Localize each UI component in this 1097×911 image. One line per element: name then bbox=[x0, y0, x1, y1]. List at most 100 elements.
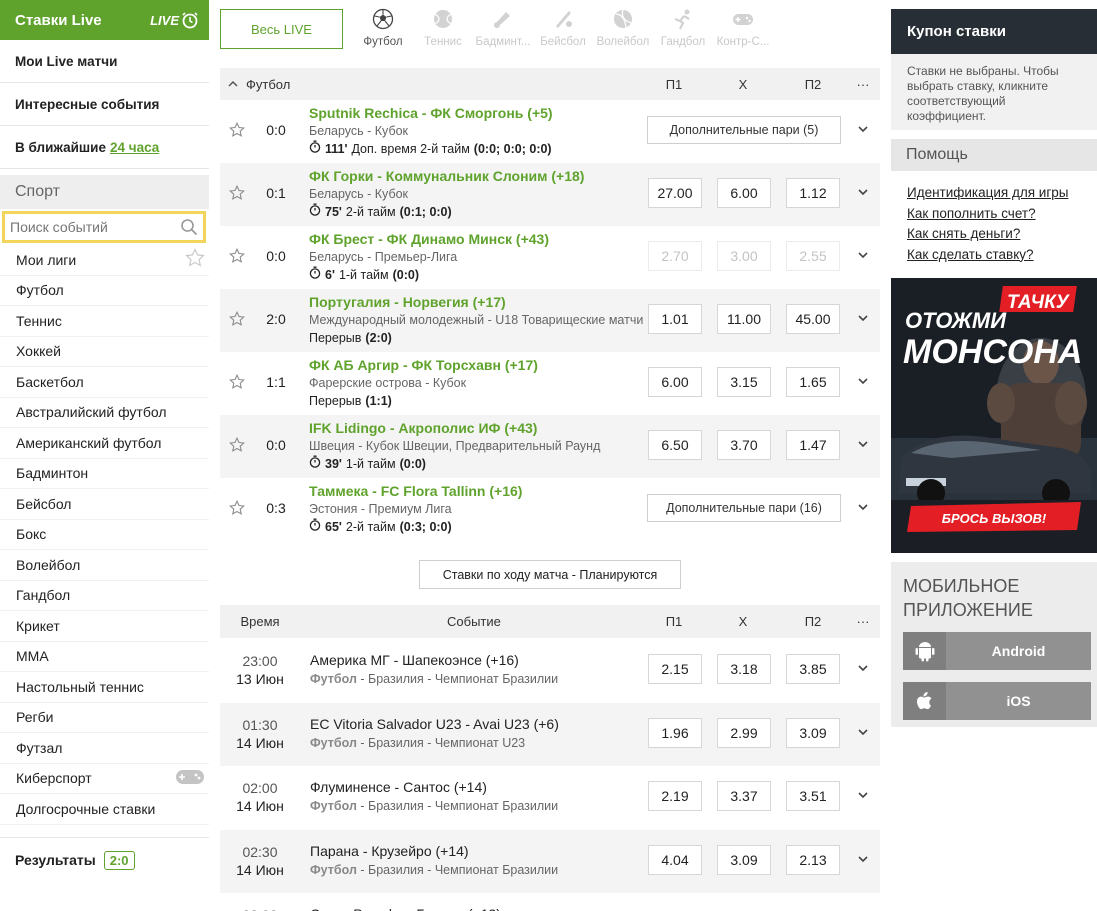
sport-item[interactable]: Американский футбол bbox=[0, 428, 209, 459]
schedule-title[interactable]: Спорт Ресифи - Гремио (+13) bbox=[310, 905, 501, 911]
live-match-row[interactable]: 0:3 Таммека - FC Flora Tallinn (+16) Эстон… bbox=[220, 478, 880, 541]
chevron-down-icon[interactable] bbox=[856, 185, 870, 199]
odd-p2[interactable]: 1.12 bbox=[786, 178, 840, 208]
all-live-button[interactable]: Весь LIVE bbox=[220, 9, 343, 49]
schedule-more-header[interactable]: ··· bbox=[852, 614, 874, 629]
sport-item[interactable]: MMA bbox=[0, 642, 209, 672]
tab-football[interactable]: Футбол bbox=[353, 8, 413, 48]
my-live-matches-link[interactable]: Мои Live матчи bbox=[0, 40, 209, 83]
help-link[interactable]: Как пополнить счет? bbox=[907, 204, 1097, 225]
odd-p2[interactable]: 2.13 bbox=[786, 844, 840, 875]
favorite-star-icon[interactable] bbox=[229, 121, 245, 138]
odd-p1[interactable]: 1.01 bbox=[648, 304, 702, 334]
chevron-down-icon[interactable] bbox=[856, 852, 870, 866]
live-match-row[interactable]: 0:1 ФК Горки - Коммунальник Слоним (+18) Б… bbox=[220, 163, 880, 226]
match-title[interactable]: ФК Горки - Коммунальник Слоним (+18) bbox=[309, 167, 649, 185]
event-search-input[interactable] bbox=[10, 219, 170, 235]
sport-item[interactable]: Бейсбол bbox=[0, 489, 209, 520]
extra-markets-button[interactable]: Дополнительные пари (16) bbox=[647, 494, 841, 522]
live-match-row[interactable]: 1:1 ФК АБ Аргир - ФК Торсхавн (+17) Фарерс… bbox=[220, 352, 880, 415]
android-button[interactable]: Android bbox=[903, 632, 1091, 670]
schedule-title[interactable]: Парана - Крузейро (+14) bbox=[310, 842, 558, 861]
chevron-down-icon[interactable] bbox=[856, 374, 870, 388]
sport-item[interactable]: Хоккей bbox=[0, 337, 209, 367]
odd-x[interactable]: 3.37 bbox=[717, 781, 771, 811]
odd-x[interactable]: 2.99 bbox=[717, 717, 771, 748]
sport-item[interactable]: Крикет bbox=[0, 611, 209, 642]
chevron-down-icon[interactable] bbox=[856, 437, 870, 451]
interesting-events-link[interactable]: Интересные события bbox=[0, 83, 209, 126]
sport-item[interactable]: Долгосрочные ставки bbox=[0, 794, 209, 825]
schedule-title[interactable]: EC Vitoria Salvador U23 - Avai U23 (+6) bbox=[310, 715, 559, 734]
match-title[interactable]: ФК Брест - ФК Динамо Минск (+43) bbox=[309, 230, 649, 248]
match-title[interactable]: IFK Lidingo - Акрополис ИФ (+43) bbox=[309, 419, 649, 437]
odd-x[interactable]: 3.09 bbox=[717, 844, 771, 875]
match-title[interactable]: Sputnik Rechica - ФК Сморгонь (+5) bbox=[309, 104, 649, 122]
match-title[interactable]: Таммека - FC Flora Tallinn (+16) bbox=[309, 482, 649, 500]
sport-item[interactable]: Бадминтон bbox=[0, 459, 209, 489]
odd-p2[interactable]: 2.55 bbox=[786, 241, 840, 271]
tab-tennis[interactable]: Теннис bbox=[413, 8, 473, 48]
favorite-star-icon[interactable] bbox=[229, 436, 245, 453]
star-icon[interactable] bbox=[185, 248, 205, 271]
sport-item[interactable]: Киберспорт bbox=[0, 764, 209, 794]
sport-item[interactable]: Волейбол bbox=[0, 550, 209, 581]
tab-handball[interactable]: Гандбол bbox=[653, 8, 713, 48]
schedule-title[interactable]: Флуминенсе - Сантос (+14) bbox=[310, 778, 558, 797]
odd-x[interactable]: 3.70 bbox=[717, 430, 771, 460]
odd-p1[interactable]: 4.04 bbox=[648, 844, 702, 875]
help-link[interactable]: Как сделать ставку? bbox=[907, 245, 1097, 266]
more-markets-header[interactable]: ··· bbox=[852, 77, 874, 92]
odd-p2[interactable]: 1.47 bbox=[786, 430, 840, 460]
odd-p2[interactable]: 3.09 bbox=[786, 717, 840, 748]
odd-p1[interactable]: 6.00 bbox=[648, 367, 702, 397]
schedule-row[interactable]: 01:30 14 Июн EC Vitoria Salvador U23 - Ava… bbox=[220, 702, 880, 766]
extra-markets-button[interactable]: Дополнительные пари (5) bbox=[647, 116, 841, 144]
schedule-title[interactable]: Америка МГ - Шапекоэнсе (+16) bbox=[310, 651, 558, 670]
odd-x[interactable]: 3.00 bbox=[717, 241, 771, 271]
match-title[interactable]: Португалия - Норвегия (+17) bbox=[309, 293, 649, 311]
tab-badminton[interactable]: Бадминт... bbox=[473, 8, 533, 48]
odd-p1[interactable]: 2.70 bbox=[648, 241, 702, 271]
tab-counter-strike[interactable]: Контр-С... bbox=[713, 8, 773, 48]
planned-live-button[interactable]: Ставки по ходу матча - Планируются bbox=[419, 560, 681, 589]
sport-item[interactable]: Австралийский футбол bbox=[0, 398, 209, 428]
help-link[interactable]: Как снять деньги? bbox=[907, 224, 1097, 245]
live-match-row[interactable]: 0:0 Sputnik Rechica - ФК Сморгонь (+5) Бел… bbox=[220, 100, 880, 163]
odd-p1[interactable]: 27.00 bbox=[648, 178, 702, 208]
sport-item[interactable]: Теннис bbox=[0, 306, 209, 337]
favorite-star-icon[interactable] bbox=[229, 310, 245, 327]
sport-item[interactable]: Футзал bbox=[0, 733, 209, 764]
live-match-row[interactable]: 2:0 Португалия - Норвегия (+17) Международ… bbox=[220, 289, 880, 352]
favorite-star-icon[interactable] bbox=[229, 373, 245, 390]
collapse-chevron-icon[interactable] bbox=[227, 78, 239, 90]
sport-item[interactable]: Регби bbox=[0, 703, 209, 733]
odd-p1[interactable]: 2.15 bbox=[648, 654, 702, 684]
help-link[interactable]: Идентификация для игры bbox=[907, 183, 1097, 204]
odd-x[interactable]: 6.00 bbox=[717, 178, 771, 208]
odd-p1[interactable]: 1.96 bbox=[648, 717, 702, 748]
chevron-down-icon[interactable] bbox=[856, 788, 870, 802]
tab-baseball[interactable]: Бейсбол bbox=[533, 8, 593, 48]
odd-p2[interactable]: 3.85 bbox=[786, 654, 840, 684]
sport-item[interactable]: Настольный теннис bbox=[0, 672, 209, 703]
live-bets-header[interactable]: Ставки Live LIVE bbox=[0, 0, 209, 40]
search-icon[interactable] bbox=[180, 218, 198, 236]
chevron-down-icon[interactable] bbox=[856, 661, 870, 675]
favorite-star-icon[interactable] bbox=[229, 247, 245, 264]
sport-item[interactable]: Бокс bbox=[0, 520, 209, 550]
schedule-row[interactable]: 03:00 Спорт Ресифи - Гремио (+13) bbox=[220, 893, 880, 911]
odd-p2[interactable]: 1.65 bbox=[786, 367, 840, 397]
odd-p1[interactable]: 2.19 bbox=[648, 781, 702, 811]
sport-item[interactable]: Баскетбол bbox=[0, 367, 209, 398]
sport-item[interactable]: Футбол bbox=[0, 276, 209, 306]
odd-x[interactable]: 11.00 bbox=[717, 304, 771, 334]
ios-button[interactable]: iOS bbox=[903, 682, 1091, 720]
live-match-row[interactable]: 0:0 IFK Lidingo - Акрополис ИФ (+43) Швеци… bbox=[220, 415, 880, 478]
chevron-down-icon[interactable] bbox=[856, 500, 870, 514]
chevron-down-icon[interactable] bbox=[856, 122, 870, 136]
upcoming-24h-link[interactable]: 24 часа bbox=[110, 140, 159, 155]
sport-item[interactable]: Гандбол bbox=[0, 581, 209, 611]
odd-x[interactable]: 3.18 bbox=[717, 654, 771, 684]
odd-p2[interactable]: 45.00 bbox=[786, 304, 840, 334]
